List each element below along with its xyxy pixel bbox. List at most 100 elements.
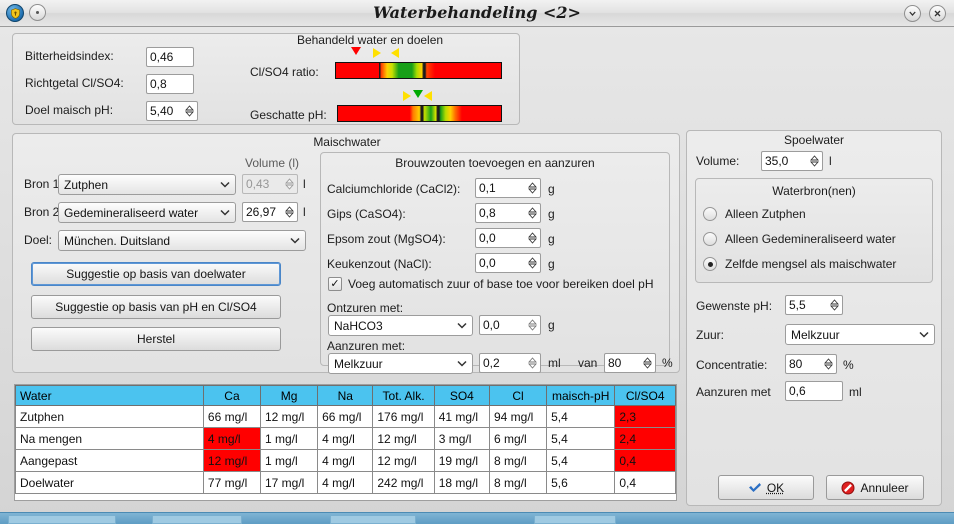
chevron-down-icon [457,322,467,329]
zuur-select[interactable]: Melkzuur [785,324,935,345]
table-cell: 12 mg/l [372,427,435,450]
spinner-arrows-icon[interactable] [528,257,537,269]
aanzuren-pct: % [662,356,673,370]
zuur-value: Melkzuur [791,327,840,342]
table-row[interactable]: Doelwater 77 mg/l 17 mg/l 4 mg/l 242 mg/l 18 … [15,471,676,494]
radio-button[interactable] [703,207,717,221]
taskbar-item[interactable] [330,515,416,524]
radio-alleen-gedemineraliseerd[interactable]: Alleen Gedemineraliseerd water [703,232,896,246]
nacl-unit: g [548,257,555,271]
richtgetal-input[interactable]: 0,8 [146,74,194,94]
cacl2-label: Calciumchloride (CaCl2): [327,182,461,196]
taskbar-item[interactable] [152,515,242,524]
table-cell: 5,6 [546,471,616,494]
aanzuren-unit: ml [548,356,561,370]
spoel-aanzuren-input[interactable]: 0,6 [785,381,843,401]
cacl2-stepper[interactable]: 0,1 [475,178,541,198]
spoel-volume-stepper[interactable]: 35,0 [761,151,823,171]
mgso4-value: 0,0 [479,231,496,245]
ph-marker-green-down [413,90,423,98]
spinner-arrows-icon [285,178,294,190]
table-cell: 4 mg/l [317,471,374,494]
doel-select[interactable]: München. Duitsland [58,230,306,251]
taskbar-item[interactable] [8,515,116,524]
table-cell: 4 mg/l [317,449,374,472]
auto-acid-checkbox[interactable]: ✓ [328,277,342,291]
spinner-arrows-icon[interactable] [830,299,839,311]
table-cell: 5,4 [546,427,616,450]
spinner-arrows-icon[interactable] [185,105,194,117]
table-cell: 1 mg/l [259,449,319,472]
ok-label: OK [766,480,785,495]
chevron-down-icon[interactable] [904,5,921,22]
ontzuren-amount-stepper[interactable]: 0,0 [479,315,541,335]
close-icon[interactable] [929,5,946,22]
radio-alleen-zutphen-label: Alleen Zutphen [725,207,806,221]
annuleer-button[interactable]: Annuleer [826,475,924,500]
spinner-arrows-icon[interactable] [528,207,537,219]
bron1-select[interactable]: Zutphen [58,174,236,195]
mgso4-stepper[interactable]: 0,0 [475,228,541,248]
table-row[interactable]: Zutphen 66 mg/l 12 mg/l 66 mg/l 176 mg/l 41 m… [15,405,676,428]
table-cell: 6 mg/l [488,427,548,450]
taskbar[interactable] [0,512,954,524]
chevron-down-icon [220,181,230,188]
col-ca[interactable]: Ca [202,385,262,406]
ok-button[interactable]: OK [718,475,814,500]
col-maisch-ph[interactable]: maisch-pH [546,385,616,406]
herstel-button[interactable]: Herstel [31,327,281,351]
table-row[interactable]: Aangepast 12 mg/l 1 mg/l 4 mg/l 12 mg/l 19 mg… [15,449,676,472]
radio-zelfde-mengsel-label: Zelfde mengsel als maischwater [725,257,897,271]
spinner-arrows-icon[interactable] [824,358,833,370]
col-na[interactable]: Na [317,385,374,406]
title-bar: Waterbehandeling <2> [0,0,954,27]
col-mg[interactable]: Mg [259,385,319,406]
bron2-select[interactable]: Gedemineraliseerd water [58,202,236,223]
aanzuren-concentration-stepper[interactable]: 80 [604,353,656,373]
concentratie-stepper[interactable]: 80 [785,354,837,374]
suggestie-ph-clso4-button[interactable]: Suggestie op basis van pH en Cl/SO4 [31,295,281,319]
concentratie-label: Concentratie: [696,358,768,372]
aanzuren-select[interactable]: Melkzuur [328,353,473,374]
clso4-marker-yellow-left [391,48,399,58]
nacl-stepper[interactable]: 0,0 [475,253,541,273]
gewenste-ph-value: 5,5 [789,298,806,312]
aanzuren-amount-stepper[interactable]: 0,2 [479,353,541,373]
col-so4[interactable]: SO4 [433,385,491,406]
col-water[interactable]: Water [15,385,204,406]
bron1-volume-stepper: 0,43 [242,174,298,194]
radio-button-selected[interactable] [703,257,717,271]
spoelwater-title: Spoelwater [783,133,845,147]
ontzuren-select[interactable]: NaHCO3 [328,315,473,336]
col-cl[interactable]: Cl [488,385,548,406]
gewenste-ph-stepper[interactable]: 5,5 [785,295,843,315]
suggestie-doelwater-button[interactable]: Suggestie op basis van doelwater [31,262,281,286]
auto-acid-checkbox-row[interactable]: ✓ Voeg automatisch zuur of base toe voor… [328,277,654,291]
spinner-arrows-icon[interactable] [643,357,652,369]
table-cell: 4 mg/l [317,427,374,450]
table-cell: 5,4 [546,449,616,472]
radio-button[interactable] [703,232,717,246]
caso4-stepper[interactable]: 0,8 [475,203,541,223]
bitterheidsindex-input[interactable]: 0,46 [146,47,194,67]
doel-maisch-ph-stepper[interactable]: 5,40 [146,101,198,121]
spinner-arrows-icon[interactable] [528,319,537,331]
spinner-arrows-icon[interactable] [528,232,537,244]
col-tot-alk[interactable]: Tot. Alk. [372,385,435,406]
radio-zelfde-mengsel[interactable]: Zelfde mengsel als maischwater [703,257,896,271]
bron2-unit: l [303,205,306,219]
table-cell: 4 mg/l [202,427,262,450]
table-row[interactable]: Na mengen 4 mg/l 1 mg/l 4 mg/l 12 mg/l 3 mg/l… [15,427,676,450]
bron2-volume-stepper[interactable]: 26,97 [242,202,298,222]
bron2-volume-value: 26,97 [246,205,277,219]
spinner-arrows-icon[interactable] [528,182,537,194]
richtgetal-label: Richtgetal Cl/SO4: [25,76,124,90]
richtgetal-value: 0,8 [150,77,167,91]
col-clso4[interactable]: Cl/SO4 [614,385,676,406]
spinner-arrows-icon[interactable] [810,155,819,167]
spinner-arrows-icon[interactable] [285,206,294,218]
taskbar-item[interactable] [534,515,616,524]
spinner-arrows-icon[interactable] [528,357,537,369]
radio-alleen-zutphen[interactable]: Alleen Zutphen [703,207,806,221]
window-title: Waterbehandeling <2> [373,3,581,22]
